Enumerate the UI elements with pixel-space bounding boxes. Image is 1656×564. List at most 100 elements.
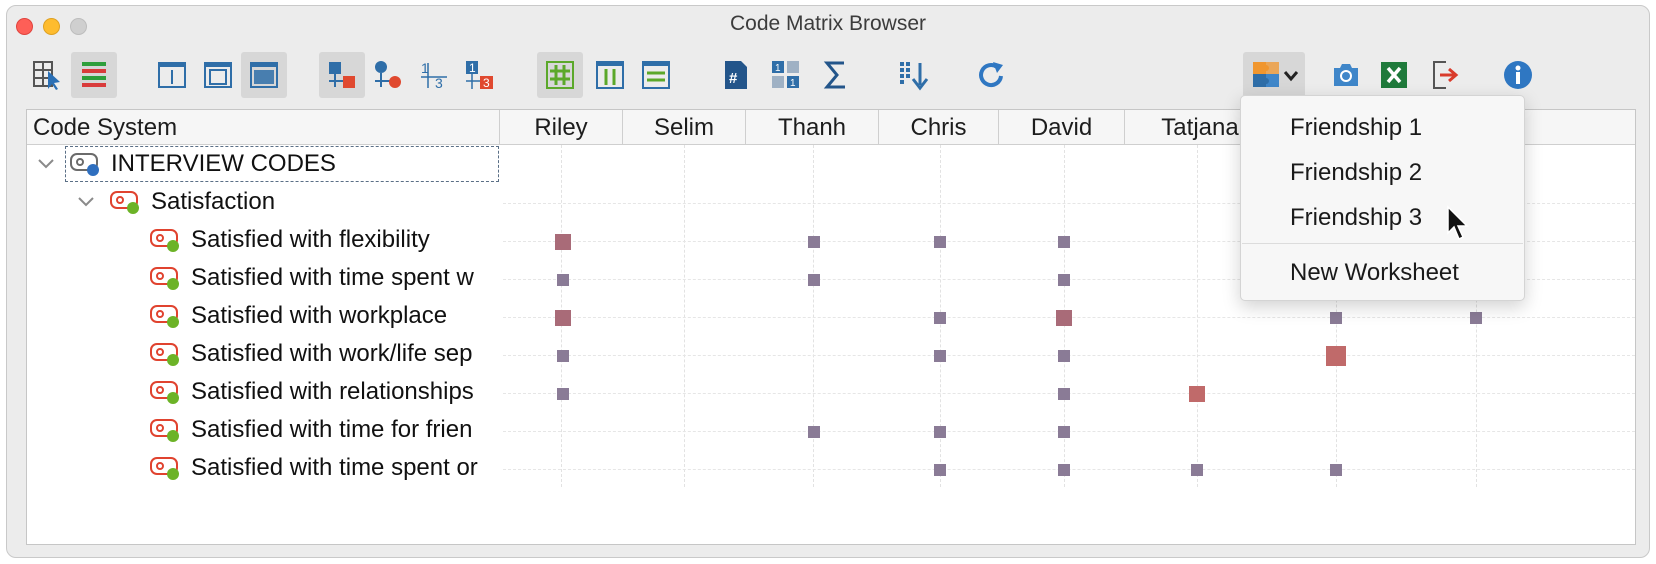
document-hash-icon: # xyxy=(725,61,747,89)
select-docs-icon xyxy=(33,61,60,90)
grid-icon xyxy=(546,61,574,89)
export-excel-button[interactable] xyxy=(1371,52,1417,98)
header-column-thanh[interactable]: Thanh xyxy=(746,110,879,144)
menu-item-friendship-1[interactable]: Friendship 1 xyxy=(1290,114,1422,142)
symbol-circles-icon xyxy=(375,61,401,88)
refresh-button[interactable] xyxy=(969,52,1015,98)
symbol-circles-button[interactable] xyxy=(365,52,411,98)
matrix-symbol[interactable] xyxy=(1058,388,1070,400)
code-row[interactable]: Satisfied with time for frien xyxy=(149,411,503,449)
matrix-symbol[interactable] xyxy=(1058,426,1070,438)
header-code-system[interactable]: Code System xyxy=(27,110,500,144)
matrix-symbol[interactable] xyxy=(1191,464,1203,476)
numbers-icon: 13 xyxy=(421,60,447,91)
header-column-david[interactable]: David xyxy=(999,110,1125,144)
numbers-highlight-icon: 13 xyxy=(466,61,493,90)
grid-line xyxy=(1197,145,1198,487)
matrix-symbol[interactable] xyxy=(1058,236,1070,248)
header-column-riley[interactable]: Riley xyxy=(500,110,623,144)
worksheet-dropdown-menu: Friendship 1 Friendship 2 Friendship 3 N… xyxy=(1240,95,1525,301)
tree-row-root[interactable]: INTERVIEW CODES xyxy=(37,145,336,183)
matrix-symbol[interactable] xyxy=(1326,346,1346,366)
blocks-button[interactable]: 11 xyxy=(763,52,809,98)
sigma-button[interactable] xyxy=(813,52,859,98)
rows-icon xyxy=(642,61,670,89)
matrix-symbol[interactable] xyxy=(934,464,946,476)
document-hash-button[interactable]: # xyxy=(713,52,759,98)
matrix-symbol[interactable] xyxy=(808,274,820,286)
matrix-symbol[interactable] xyxy=(934,350,946,362)
info-button[interactable] xyxy=(1495,52,1541,98)
code-row[interactable]: Satisfied with relationships xyxy=(149,373,503,411)
select-documents-button[interactable] xyxy=(25,52,71,98)
excel-icon xyxy=(1381,62,1407,88)
header-column-selim[interactable]: Selim xyxy=(623,110,746,144)
code-icon xyxy=(150,267,179,290)
matrix-symbol[interactable] xyxy=(934,312,946,324)
sort-button[interactable] xyxy=(891,52,937,98)
matrix-symbol[interactable] xyxy=(1058,274,1070,286)
matrix-symbol[interactable] xyxy=(1056,310,1072,326)
menu-item-friendship-3[interactable]: Friendship 3 xyxy=(1290,204,1422,232)
export-button[interactable] xyxy=(1421,52,1467,98)
matrix-symbol[interactable] xyxy=(1330,464,1342,476)
header-column-chris[interactable]: Chris xyxy=(879,110,999,144)
matrix-symbol[interactable] xyxy=(557,388,569,400)
chevron-down-icon[interactable] xyxy=(37,155,55,173)
code-row[interactable]: Satisfied with time spent w xyxy=(149,259,503,297)
code-row[interactable]: Satisfied with time spent or xyxy=(149,449,503,487)
code-row[interactable]: Satisfied with work/life sep xyxy=(149,335,503,373)
window-title: Code Matrix Browser xyxy=(729,12,927,35)
zoom-window-button[interactable] xyxy=(70,18,87,35)
matrix-symbol[interactable] xyxy=(557,350,569,362)
refresh-icon xyxy=(979,62,1003,87)
code-row[interactable]: Satisfied with workplace xyxy=(149,297,503,335)
matrix-symbol[interactable] xyxy=(1330,312,1342,324)
svg-text:1: 1 xyxy=(775,63,781,74)
puzzle-dropdown-icon xyxy=(1253,62,1298,87)
group-label: Satisfaction xyxy=(151,188,276,215)
matrix-symbol[interactable] xyxy=(1058,350,1070,362)
code-icon xyxy=(150,229,179,252)
matrix-symbol[interactable] xyxy=(555,234,571,250)
code-label: Satisfied with work/life sep xyxy=(191,340,473,367)
root-label: INTERVIEW CODES xyxy=(111,150,336,177)
code-row[interactable]: Satisfied with flexibility xyxy=(149,221,503,259)
matrix-symbol[interactable] xyxy=(1189,386,1205,402)
rows-button[interactable] xyxy=(633,52,679,98)
matrix-symbol[interactable] xyxy=(934,236,946,248)
matrix-symbol[interactable] xyxy=(557,274,569,286)
coding-colors-button[interactable] xyxy=(71,52,117,98)
worksheet-dropdown-button[interactable] xyxy=(1243,52,1305,98)
matrix-symbol[interactable] xyxy=(808,426,820,438)
menu-item-friendship-2[interactable]: Friendship 2 xyxy=(1290,159,1422,187)
chevron-down-icon[interactable] xyxy=(77,193,95,211)
close-window-button[interactable] xyxy=(16,18,33,35)
view-frame-1-button[interactable] xyxy=(149,52,195,98)
numbers-highlight-button[interactable]: 13 xyxy=(457,52,503,98)
menu-item-new-worksheet[interactable]: New Worksheet xyxy=(1290,259,1459,287)
minimize-window-button[interactable] xyxy=(43,18,60,35)
code-label: Satisfied with time spent w xyxy=(191,264,474,291)
svg-text:#: # xyxy=(729,70,738,87)
screenshot-button[interactable] xyxy=(1323,52,1369,98)
view-frame-2-icon xyxy=(204,62,232,88)
matrix-symbol[interactable] xyxy=(555,310,571,326)
code-folder-icon xyxy=(70,153,99,176)
mouse-cursor-icon xyxy=(1447,205,1469,241)
symbol-squares-button[interactable] xyxy=(319,52,365,98)
view-frame-2-button[interactable] xyxy=(195,52,241,98)
grid-button[interactable] xyxy=(537,52,583,98)
code-label: Satisfied with time spent or xyxy=(191,454,478,481)
columns-button[interactable] xyxy=(587,52,633,98)
coding-colors-icon xyxy=(82,62,106,87)
matrix-symbol[interactable] xyxy=(808,236,820,248)
matrix-symbol[interactable] xyxy=(934,426,946,438)
numbers-button[interactable]: 13 xyxy=(411,52,457,98)
export-icon xyxy=(1433,61,1459,89)
matrix-symbol[interactable] xyxy=(1470,312,1482,324)
view-frame-3-button[interactable] xyxy=(241,52,287,98)
camera-icon xyxy=(1334,64,1358,86)
matrix-symbol[interactable] xyxy=(1058,464,1070,476)
tree-row-group[interactable]: Satisfaction xyxy=(77,183,275,221)
